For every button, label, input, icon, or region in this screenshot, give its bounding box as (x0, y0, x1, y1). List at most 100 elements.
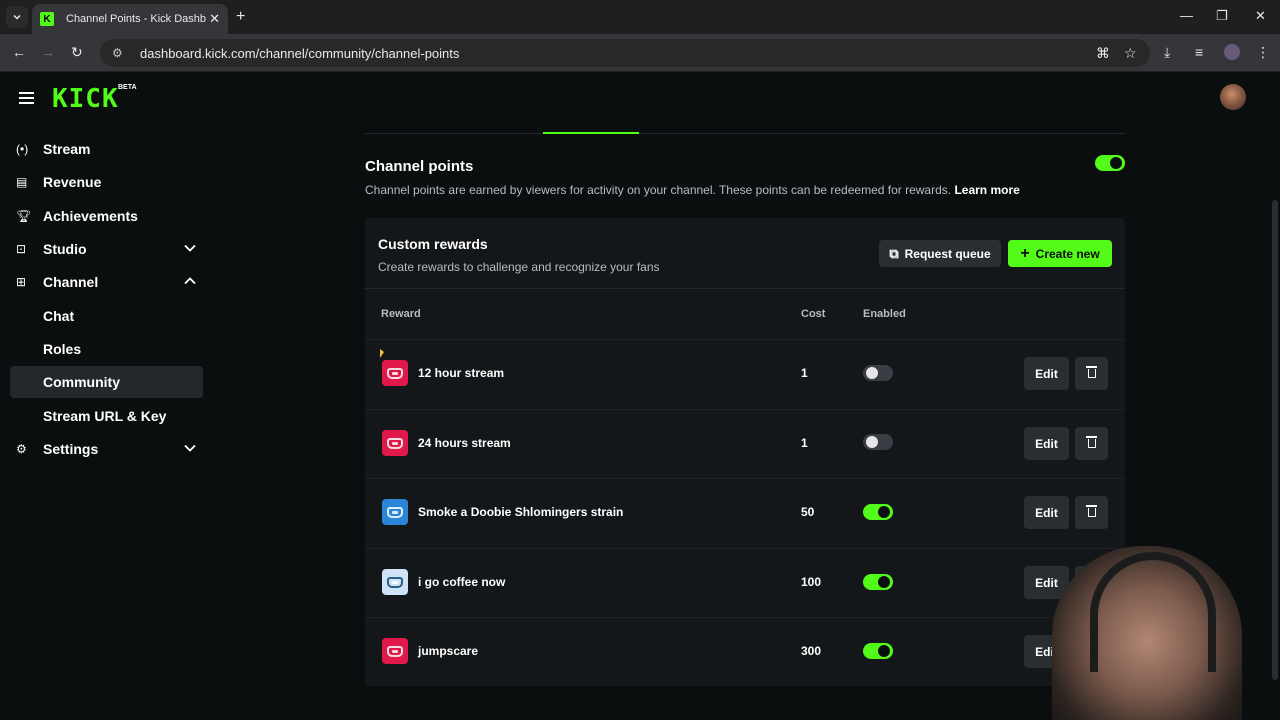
reward-icon (382, 638, 408, 664)
reward-enabled-toggle[interactable] (863, 574, 893, 590)
delete-button[interactable] (1075, 427, 1108, 460)
sidebar-item-channel[interactable]: ⊞ Channel (10, 266, 203, 298)
custom-rewards-subtitle: Create rewards to challenge and recogniz… (378, 260, 660, 274)
learn-more-link[interactable]: Learn more (954, 183, 1019, 197)
page-scrollbar[interactable] (1272, 200, 1278, 680)
sidebar-item-label: Community (43, 374, 120, 390)
browser-tab[interactable]: K Channel Points - Kick Dashboard ✕ (32, 4, 228, 34)
translate-icon[interactable]: ⌘ (1096, 45, 1110, 62)
table-row: Smoke a Doobie Shlomingers strain 50 Edi… (365, 478, 1125, 548)
edit-button[interactable]: Edit (1024, 496, 1069, 529)
headset-icon (1090, 552, 1216, 672)
sidebar-item-label: Stream (43, 141, 91, 157)
reward-name: jumpscare (418, 644, 479, 658)
chevron-down-icon[interactable] (183, 241, 197, 255)
chevron-up-icon[interactable] (183, 274, 197, 288)
edit-button[interactable]: Edit (1024, 357, 1069, 390)
column-header-enabled: Enabled (863, 308, 906, 320)
reward-icon (382, 499, 408, 525)
reload-icon[interactable]: ↻ (71, 44, 83, 61)
new-tab-icon[interactable]: + (236, 8, 245, 26)
app-header: KICK BETA (0, 72, 1280, 124)
column-header-reward: Reward (381, 308, 421, 320)
site-info-icon[interactable]: ⚙ (112, 46, 130, 60)
media-control-icon[interactable]: ≡ (1195, 44, 1203, 60)
trash-icon (1085, 366, 1097, 378)
reward-enabled-toggle[interactable] (863, 643, 893, 659)
back-icon[interactable]: ← (12, 44, 26, 60)
external-link-icon: ⧉ (889, 245, 899, 261)
sidebar-item-revenue[interactable]: ▤ Revenue (10, 166, 203, 198)
reward-cost: 300 (801, 644, 822, 658)
trash-icon (1085, 436, 1097, 448)
channel-points-toggle[interactable] (1095, 155, 1125, 171)
reward-cost: 1 (801, 366, 808, 380)
kick-logo[interactable]: KICK (52, 84, 119, 114)
sidebar-item-stream-url-key[interactable]: Stream URL & Key (10, 400, 203, 432)
browser-profile-icon[interactable] (1224, 44, 1240, 60)
channel-points-title: Channel points (365, 158, 474, 175)
sidebar-item-chat[interactable]: Chat (10, 300, 203, 332)
reward-name: Smoke a Doobie Shlomingers strain (418, 505, 624, 519)
reward-cost: 100 (801, 575, 822, 589)
user-avatar[interactable] (1220, 84, 1246, 110)
url-text: dashboard.kick.com/channel/community/cha… (140, 45, 460, 61)
tab-underline (365, 133, 1125, 134)
reward-cost: 1 (801, 436, 808, 450)
delete-button[interactable] (1075, 357, 1108, 390)
reward-icon (382, 569, 408, 595)
sidebar-item-community[interactable]: Community (10, 366, 203, 398)
studio-icon: ⊡ (16, 242, 27, 256)
custom-rewards-title: Custom rewards (378, 236, 488, 252)
table-row: 24 hours stream 1 Edit (365, 409, 1125, 479)
table-row: jumpscare 300 Edit (365, 617, 1125, 687)
address-bar: ← → ↻ ⚙ dashboard.kick.com/channel/commu… (0, 34, 1280, 72)
tab-search-button[interactable] (6, 6, 28, 28)
sidebar-item-achievements[interactable]: 🏆︎ Achievements (10, 200, 203, 232)
browser-menu-icon[interactable]: ⋮ (1256, 44, 1270, 61)
browser-tab-bar: K Channel Points - Kick Dashboard ✕ + — … (0, 0, 1280, 34)
sidebar-item-label: Channel (43, 274, 99, 290)
sidebar-item-label: Stream URL & Key (43, 408, 167, 424)
tab-title: Channel Points - Kick Dashboard (66, 13, 206, 25)
gear-icon: ⚙ (16, 442, 27, 456)
chevron-down-icon (13, 14, 21, 20)
sidebar-item-label: Achievements (43, 208, 138, 224)
request-queue-button[interactable]: ⧉ Request queue (879, 240, 1001, 267)
webcam-overlay (1052, 546, 1242, 720)
beta-badge: BETA (118, 84, 137, 91)
tab-close-icon[interactable]: ✕ (209, 11, 220, 27)
sidebar-item-studio[interactable]: ⊡ Studio (10, 233, 203, 265)
request-queue-label: Request queue (904, 246, 991, 261)
minimize-icon[interactable]: — (1180, 8, 1193, 23)
window-close-icon[interactable]: ✕ (1255, 8, 1266, 24)
sidebar-item-settings[interactable]: ⚙ Settings (10, 433, 203, 465)
sidebar-item-label: Settings (43, 441, 99, 457)
sidebar-item-roles[interactable]: Roles (10, 333, 203, 365)
delete-button[interactable] (1075, 496, 1108, 529)
hamburger-menu-icon[interactable] (19, 92, 34, 104)
create-new-label: Create new (1035, 246, 1100, 261)
create-new-button[interactable]: + Create new (1008, 240, 1112, 267)
sidebar-item-stream[interactable]: (•) Stream (10, 133, 203, 165)
chevron-down-icon[interactable] (183, 441, 197, 455)
channel-points-description: Channel points are earned by viewers for… (365, 183, 1020, 197)
table-row: i go coffee now 100 Edit (365, 548, 1125, 618)
restore-icon[interactable]: ❐ (1216, 8, 1228, 24)
custom-rewards-panel: Custom rewards Create rewards to challen… (365, 218, 1125, 686)
forward-icon[interactable]: → (41, 44, 55, 60)
edit-button[interactable]: Edit (1024, 427, 1069, 460)
reward-enabled-toggle[interactable] (863, 504, 893, 520)
column-header-cost: Cost (801, 308, 826, 320)
download-icon[interactable]: ⤓ (1164, 44, 1170, 61)
description-text: Channel points are earned by viewers for… (365, 183, 952, 197)
reward-enabled-toggle[interactable] (863, 434, 893, 450)
bookmark-star-icon[interactable]: ☆ (1124, 45, 1137, 62)
panel-divider (365, 288, 1125, 289)
kick-favicon-icon: K (40, 12, 54, 26)
url-field[interactable]: ⚙ dashboard.kick.com/channel/community/c… (100, 39, 1150, 67)
sidebar-item-label: Chat (43, 308, 75, 324)
reward-enabled-toggle[interactable] (863, 365, 893, 381)
sidebar: (•) Stream ▤ Revenue 🏆︎ Achievements ⊡ S… (0, 124, 214, 720)
mouse-cursor-icon (380, 349, 384, 358)
